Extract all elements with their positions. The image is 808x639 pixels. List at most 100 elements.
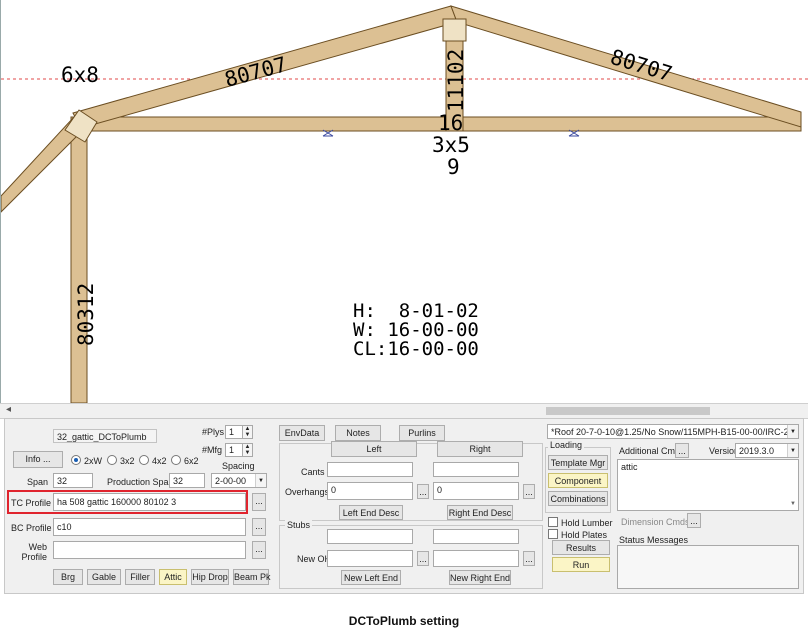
envdata-button[interactable]: EnvData xyxy=(279,425,325,441)
left-end-desc-button[interactable]: Left End Desc xyxy=(339,505,403,520)
right-new-oh-input[interactable] xyxy=(433,550,519,567)
span-label: Span xyxy=(27,477,49,487)
right-new-oh-browse-button[interactable]: ... xyxy=(523,551,535,566)
dimension-cmds-browse-button[interactable]: ... xyxy=(687,513,701,528)
production-span-label: Production Span xyxy=(107,477,174,487)
checkbox-icon xyxy=(548,517,558,527)
center-number-label: 16 xyxy=(438,111,463,135)
additional-cmds-browse-button[interactable]: ... xyxy=(675,443,689,458)
bc-profile-input[interactable]: c10 xyxy=(53,518,246,536)
truss-drawing-canvas[interactable]: 6x8 80707 80707 11102 16 3x5 9 80312 H: … xyxy=(0,0,808,403)
vertical-label-left: 80312 xyxy=(74,283,98,346)
cants-label: Cants xyxy=(301,467,325,477)
purlins-button[interactable]: Purlins xyxy=(399,425,445,441)
clear-length-dimension: CL:16-00-00 xyxy=(353,338,479,360)
hip-drop-button[interactable]: Hip Drop xyxy=(191,569,229,585)
span-input[interactable]: 32 xyxy=(53,473,93,488)
scroll-left-arrow-icon[interactable]: ◂ xyxy=(6,404,11,415)
web-profile-browse-button[interactable]: ... xyxy=(252,541,266,559)
left-overhang-member xyxy=(1,117,80,213)
right-cants-input[interactable] xyxy=(433,462,519,477)
brg-button[interactable]: Brg xyxy=(53,569,83,585)
scroll-down-icon[interactable]: ▼ xyxy=(790,501,796,507)
run-button[interactable]: Run xyxy=(552,557,610,572)
chevron-down-icon[interactable]: ▼ xyxy=(787,425,798,438)
bc-profile-label: BC Profile xyxy=(11,523,52,533)
chevron-down-icon[interactable]: ▼ xyxy=(255,474,266,487)
center-sub-label: 9 xyxy=(447,155,460,179)
hold-lumber-checkbox[interactable]: Hold Lumber xyxy=(548,517,613,528)
bc-profile-browse-button[interactable]: ... xyxy=(252,518,266,536)
radio-empty-icon xyxy=(171,455,181,465)
combinations-button[interactable]: Combinations xyxy=(548,491,608,506)
tc-profile-browse-button[interactable]: ... xyxy=(252,493,266,511)
radio-empty-icon xyxy=(107,455,117,465)
stubs-label: Stubs xyxy=(285,520,313,530)
plys-stepper[interactable]: 1 ▲ ▼ xyxy=(225,425,253,439)
component-button[interactable]: Component xyxy=(548,473,608,488)
left-overhang-input[interactable]: 0 xyxy=(327,482,413,500)
version-dropdown[interactable]: 2019.3.0 ▼ xyxy=(735,443,799,458)
checkbox-icon xyxy=(548,529,558,539)
production-span-input[interactable]: 32 xyxy=(169,473,205,488)
right-end-desc-button[interactable]: Right End Desc xyxy=(447,505,513,520)
left-vertical-member xyxy=(70,116,88,403)
notes-button[interactable]: Notes xyxy=(335,425,381,441)
vertical-label-center: 11102 xyxy=(444,49,468,112)
new-left-end-button[interactable]: New Left End xyxy=(341,570,401,585)
new-right-end-button[interactable]: New Right End xyxy=(449,570,511,585)
horizontal-scrollbar[interactable]: ◂ xyxy=(0,403,808,419)
left-cants-input[interactable] xyxy=(327,462,413,477)
dimension-cmds-label: Dimension Cmds xyxy=(621,517,690,527)
beam-pk-button[interactable]: Beam Pk xyxy=(233,569,271,585)
stepper-arrows-icon[interactable]: ▲ ▼ xyxy=(242,426,252,438)
new-oh-label: New OH xyxy=(297,554,332,564)
top-chord-label-right: 80707 xyxy=(608,45,675,86)
radio-6x2[interactable]: 6x2 xyxy=(171,455,199,466)
gable-button[interactable]: Gable xyxy=(87,569,121,585)
loading-label: Loading xyxy=(548,440,585,450)
stepper-arrows-icon[interactable]: ▲ ▼ xyxy=(242,444,252,456)
radio-4x2[interactable]: 4x2 xyxy=(139,455,167,466)
results-button[interactable]: Results xyxy=(552,540,610,555)
mfg-stepper[interactable]: 1 ▲ ▼ xyxy=(225,443,253,457)
right-stub-input[interactable] xyxy=(433,529,519,544)
loading-dropdown[interactable]: *Roof 20-7-0-10@1.25/No Snow/115MPH-B15-… xyxy=(547,424,799,439)
mfg-label: #Mfg xyxy=(202,445,223,455)
peak-plate xyxy=(442,18,467,42)
figure-caption: DCToPlumb setting xyxy=(348,614,460,628)
radio-3x2[interactable]: 3x2 xyxy=(107,455,135,466)
left-overhang-browse-button[interactable]: ... xyxy=(417,484,429,499)
radio-2xw[interactable]: 2xW xyxy=(71,455,102,466)
left-button[interactable]: Left xyxy=(331,441,417,457)
right-overhang-browse-button[interactable]: ... xyxy=(523,484,535,499)
left-new-oh-browse-button[interactable]: ... xyxy=(417,551,429,566)
web-profile-input[interactable] xyxy=(53,541,246,559)
right-overhang-input[interactable]: 0 xyxy=(433,482,519,500)
left-stub-input[interactable] xyxy=(327,529,413,544)
chevron-down-icon[interactable]: ▼ xyxy=(787,444,798,457)
truss-drawing: 6x8 80707 80707 11102 16 3x5 9 80312 H: … xyxy=(1,5,808,403)
hold-plates-checkbox[interactable]: Hold Plates xyxy=(548,529,607,540)
tc-profile-highlight xyxy=(7,490,248,514)
template-mgr-button[interactable]: Template Mgr xyxy=(548,455,608,470)
scrollbar-thumb[interactable] xyxy=(546,407,710,415)
radio-selected-icon xyxy=(71,455,81,465)
bottom-chord xyxy=(70,116,802,132)
truss-settings-panel: 32_gattic_DCToPlumb #Plys 1 ▲ ▼ #Mfg 1 ▲ ▼ I… xyxy=(4,418,804,594)
spacing-dropdown[interactable]: 2-00-00 ▼ xyxy=(211,473,267,488)
info-button[interactable]: Info ... xyxy=(13,451,63,468)
left-new-oh-input[interactable] xyxy=(327,550,413,567)
job-name-field[interactable]: 32_gattic_DCToPlumb xyxy=(53,429,157,443)
filler-button[interactable]: Filler xyxy=(125,569,155,585)
attic-button[interactable]: Attic xyxy=(159,569,187,585)
additional-cmds-textarea[interactable]: attic xyxy=(617,459,799,511)
plate-label-left: 6x8 xyxy=(61,63,99,87)
top-chord-label-left: 80707 xyxy=(222,52,289,92)
right-button[interactable]: Right xyxy=(437,441,523,457)
status-messages-box xyxy=(617,545,799,589)
center-plate-label: 3x5 xyxy=(432,133,470,157)
overhangs-label: Overhangs xyxy=(285,487,330,497)
radio-empty-icon xyxy=(139,455,149,465)
status-messages-label: Status Messages xyxy=(619,535,689,545)
